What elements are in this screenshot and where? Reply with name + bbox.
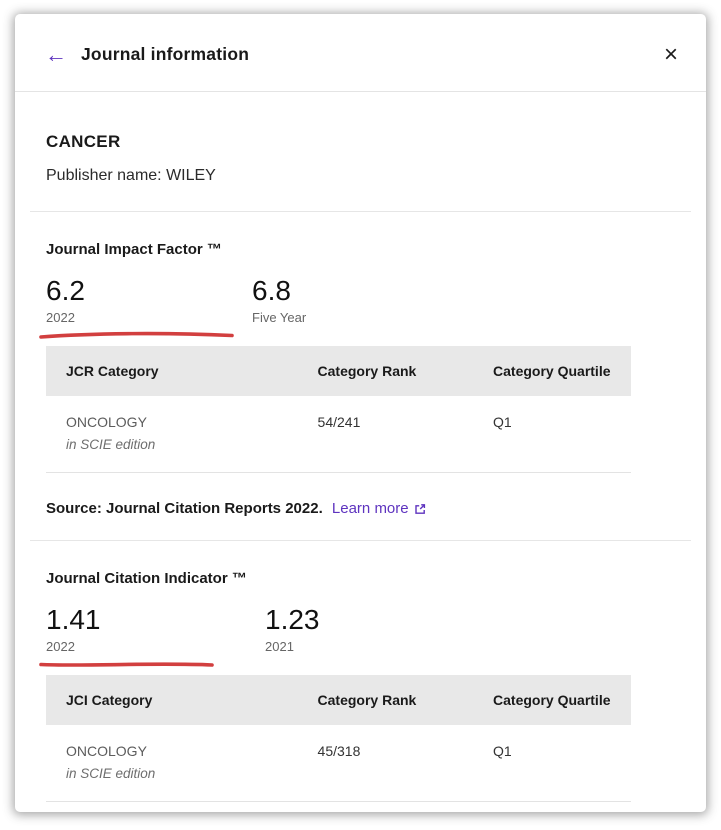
metric-value: 6.8 <box>252 275 458 307</box>
metric-value: 1.41 <box>46 604 265 636</box>
metric-label: 2022 <box>46 310 252 325</box>
column-header-category: JCI Category <box>46 675 298 725</box>
back-arrow-icon[interactable]: ← <box>45 45 67 65</box>
journal-name: CANCER <box>46 132 675 152</box>
jci-category-table: JCI Category Category Rank Category Quar… <box>46 675 631 802</box>
journal-information-panel: ← Journal information × CANCER Publisher… <box>15 14 706 812</box>
category-cell: ONCOLOGY in SCIE edition <box>46 396 298 473</box>
column-header-category: JCR Category <box>46 346 298 396</box>
table-header: JCR Category Category Rank Category Quar… <box>46 346 631 396</box>
citation-indicator-metrics: 1.41 2022 1.23 2021 <box>46 604 675 670</box>
metric-jif-five-year: 6.8 Five Year <box>252 275 458 341</box>
column-header-rank: Category Rank <box>298 675 473 725</box>
impact-factor-metrics: 6.2 2022 6.8 Five Year <box>46 275 675 341</box>
quartile-cell: Q1 <box>473 396 631 473</box>
category-edition: in SCIE edition <box>66 437 278 452</box>
source-text: Source: Journal Citation Reports 2022. <box>46 500 323 517</box>
category-name: ONCOLOGY <box>66 743 278 759</box>
panel-content: CANCER Publisher name: WILEY Journal Imp… <box>15 92 706 812</box>
rank-cell: 45/318 <box>298 725 473 802</box>
journal-identity-section: CANCER Publisher name: WILEY <box>46 92 675 211</box>
table-row: ONCOLOGY in SCIE edition 45/318 Q1 <box>46 725 631 802</box>
source-line: Source: Journal Citation Reports 2022. L… <box>46 473 675 540</box>
table-header: JCI Category Category Rank Category Quar… <box>46 675 631 725</box>
jcr-category-table: JCR Category Category Rank Category Quar… <box>46 346 631 473</box>
learn-more-label: Learn more <box>332 500 409 517</box>
metric-value: 6.2 <box>46 275 252 307</box>
highlight-annotation <box>38 658 216 670</box>
metric-label: Five Year <box>252 310 458 325</box>
column-header-rank: Category Rank <box>298 346 473 396</box>
page-background: ← Journal information × CANCER Publisher… <box>0 0 721 830</box>
learn-more-link[interactable]: Learn more <box>332 500 427 517</box>
column-header-quartile: Category Quartile <box>473 346 631 396</box>
category-cell: ONCOLOGY in SCIE edition <box>46 725 298 802</box>
citation-indicator-title: Journal Citation Indicator ™ <box>46 570 675 587</box>
metric-value: 1.23 <box>265 604 484 636</box>
metric-jif-current: 6.2 2022 <box>46 275 252 341</box>
category-edition: in SCIE edition <box>66 766 278 781</box>
impact-factor-section: Journal Impact Factor ™ 6.2 2022 6.8 Fiv… <box>46 212 675 540</box>
table-row: ONCOLOGY in SCIE edition 54/241 Q1 <box>46 396 631 473</box>
quartile-cell: Q1 <box>473 725 631 802</box>
metric-label: 2022 <box>46 639 265 654</box>
rank-cell: 54/241 <box>298 396 473 473</box>
close-icon[interactable]: × <box>664 45 678 65</box>
metric-label: 2021 <box>265 639 484 654</box>
panel-header: ← Journal information × <box>15 14 706 92</box>
category-name: ONCOLOGY <box>66 414 278 430</box>
citation-indicator-section: Journal Citation Indicator ™ 1.41 2022 1… <box>46 541 675 812</box>
external-link-icon <box>413 502 427 516</box>
metric-jci-previous: 1.23 2021 <box>265 604 484 670</box>
publisher-name: Publisher name: WILEY <box>46 167 675 185</box>
highlight-annotation <box>38 329 236 341</box>
metric-jci-current: 1.41 2022 <box>46 604 265 670</box>
column-header-quartile: Category Quartile <box>473 675 631 725</box>
impact-factor-title: Journal Impact Factor ™ <box>46 241 675 258</box>
panel-title: Journal information <box>81 44 249 65</box>
